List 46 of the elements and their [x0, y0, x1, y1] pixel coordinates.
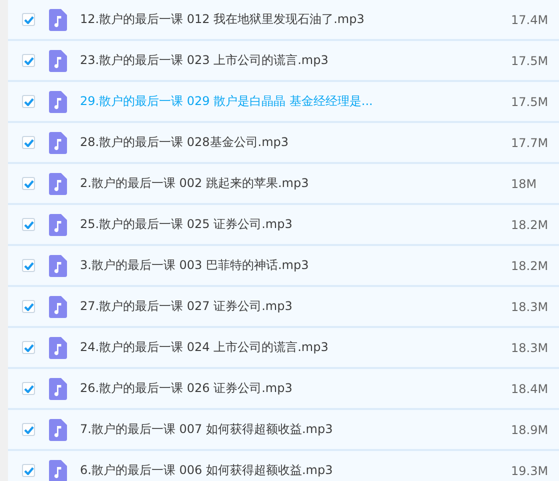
- file-size: 18.2M: [511, 218, 550, 232]
- music-file-icon: [49, 8, 67, 30]
- checkbox[interactable]: [22, 423, 35, 436]
- checkbox[interactable]: [22, 13, 35, 26]
- file-name[interactable]: 7.散户的最后一课 007 如何获得超额收益.mp3: [80, 421, 511, 438]
- file-name[interactable]: 3.散户的最后一课 003 巴菲特的神话.mp3: [80, 257, 511, 274]
- file-size: 17.7M: [511, 136, 550, 150]
- music-file-icon: [49, 172, 67, 194]
- file-size: 18.3M: [511, 340, 550, 354]
- music-file-icon: [49, 90, 67, 112]
- music-file-icon: [49, 418, 67, 440]
- file-name[interactable]: 28.散户的最后一课 028基金公司.mp3: [80, 134, 511, 151]
- file-name[interactable]: 24.散户的最后一课 024 上市公司的谎言.mp3: [80, 339, 511, 356]
- file-size: 18.4M: [511, 382, 550, 396]
- file-name[interactable]: 27.散户的最后一课 027 证券公司.mp3: [80, 298, 511, 315]
- checkbox[interactable]: [22, 95, 35, 108]
- file-size: 18.3M: [511, 300, 550, 314]
- file-name[interactable]: 25.散户的最后一课 025 证券公司.mp3: [80, 216, 511, 233]
- music-file-icon: [49, 254, 67, 276]
- file-name[interactable]: 12.散户的最后一课 012 我在地狱里发现石油了.mp3: [80, 11, 511, 28]
- checkbox[interactable]: [22, 218, 35, 231]
- checkbox[interactable]: [22, 54, 35, 67]
- file-size: 17.4M: [511, 12, 550, 26]
- music-file-icon: [49, 132, 67, 154]
- file-size: 18.2M: [511, 258, 550, 272]
- music-file-icon: [49, 214, 67, 236]
- checkbox[interactable]: [22, 464, 35, 477]
- checkbox[interactable]: [22, 300, 35, 313]
- checkbox[interactable]: [22, 382, 35, 395]
- checkbox[interactable]: [22, 341, 35, 354]
- file-name[interactable]: 6.散户的最后一课 006 如何获得超额收益.mp3: [80, 462, 511, 479]
- checkbox[interactable]: [22, 136, 35, 149]
- music-file-icon: [49, 50, 67, 72]
- file-size: 18M: [511, 176, 538, 190]
- file-name[interactable]: 26.散户的最后一课 026 证券公司.mp3: [80, 380, 511, 397]
- file-size: 17.5M: [511, 54, 550, 68]
- file-size: 17.5M: [511, 94, 550, 108]
- file-name[interactable]: 23.散户的最后一课 023 上市公司的谎言.mp3: [80, 52, 511, 69]
- file-name[interactable]: 2.散户的最后一课 002 跳起来的苹果.mp3: [80, 175, 511, 192]
- checkbox[interactable]: [22, 177, 35, 190]
- checkbox[interactable]: [22, 259, 35, 272]
- music-file-icon: [49, 336, 67, 358]
- music-file-icon: [49, 378, 67, 400]
- music-file-icon: [49, 296, 67, 318]
- file-size: 19.3M: [511, 464, 550, 478]
- file-size: 18.9M: [511, 422, 550, 436]
